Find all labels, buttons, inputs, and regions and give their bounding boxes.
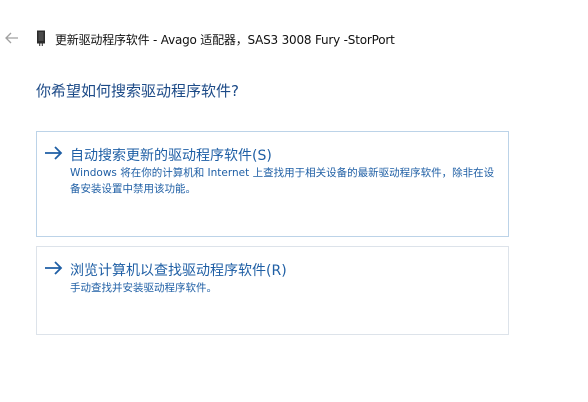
title-bar: 更新驱动程序软件 - Avago 适配器，SAS3 3008 Fury -Sto… bbox=[0, 0, 588, 80]
option-description: Windows 将在你的计算机和 Internet 上查找用于相关设备的最新驱动… bbox=[70, 167, 495, 195]
back-button[interactable] bbox=[4, 30, 20, 46]
search-automatically-option[interactable]: 自动搜索更新的驱动程序软件(S) Windows 将在你的计算机和 Intern… bbox=[36, 131, 509, 237]
back-arrow-icon bbox=[5, 32, 18, 44]
arrow-right-icon bbox=[45, 146, 63, 160]
storage-controller-icon bbox=[37, 30, 45, 46]
browse-computer-option[interactable]: 浏览计算机以查找驱动程序软件(R) 手动查找并安装驱动程序软件。 bbox=[36, 246, 509, 335]
option-description: 手动查找并安装驱动程序软件。 bbox=[70, 282, 217, 294]
page-heading: 你希望如何搜索驱动程序软件? bbox=[36, 82, 239, 100]
window-title: 更新驱动程序软件 - Avago 适配器，SAS3 3008 Fury -Sto… bbox=[55, 33, 395, 47]
option-title: 浏览计算机以查找驱动程序软件(R) bbox=[70, 263, 287, 279]
arrow-right-icon bbox=[45, 261, 63, 275]
option-title: 自动搜索更新的驱动程序软件(S) bbox=[70, 148, 272, 164]
